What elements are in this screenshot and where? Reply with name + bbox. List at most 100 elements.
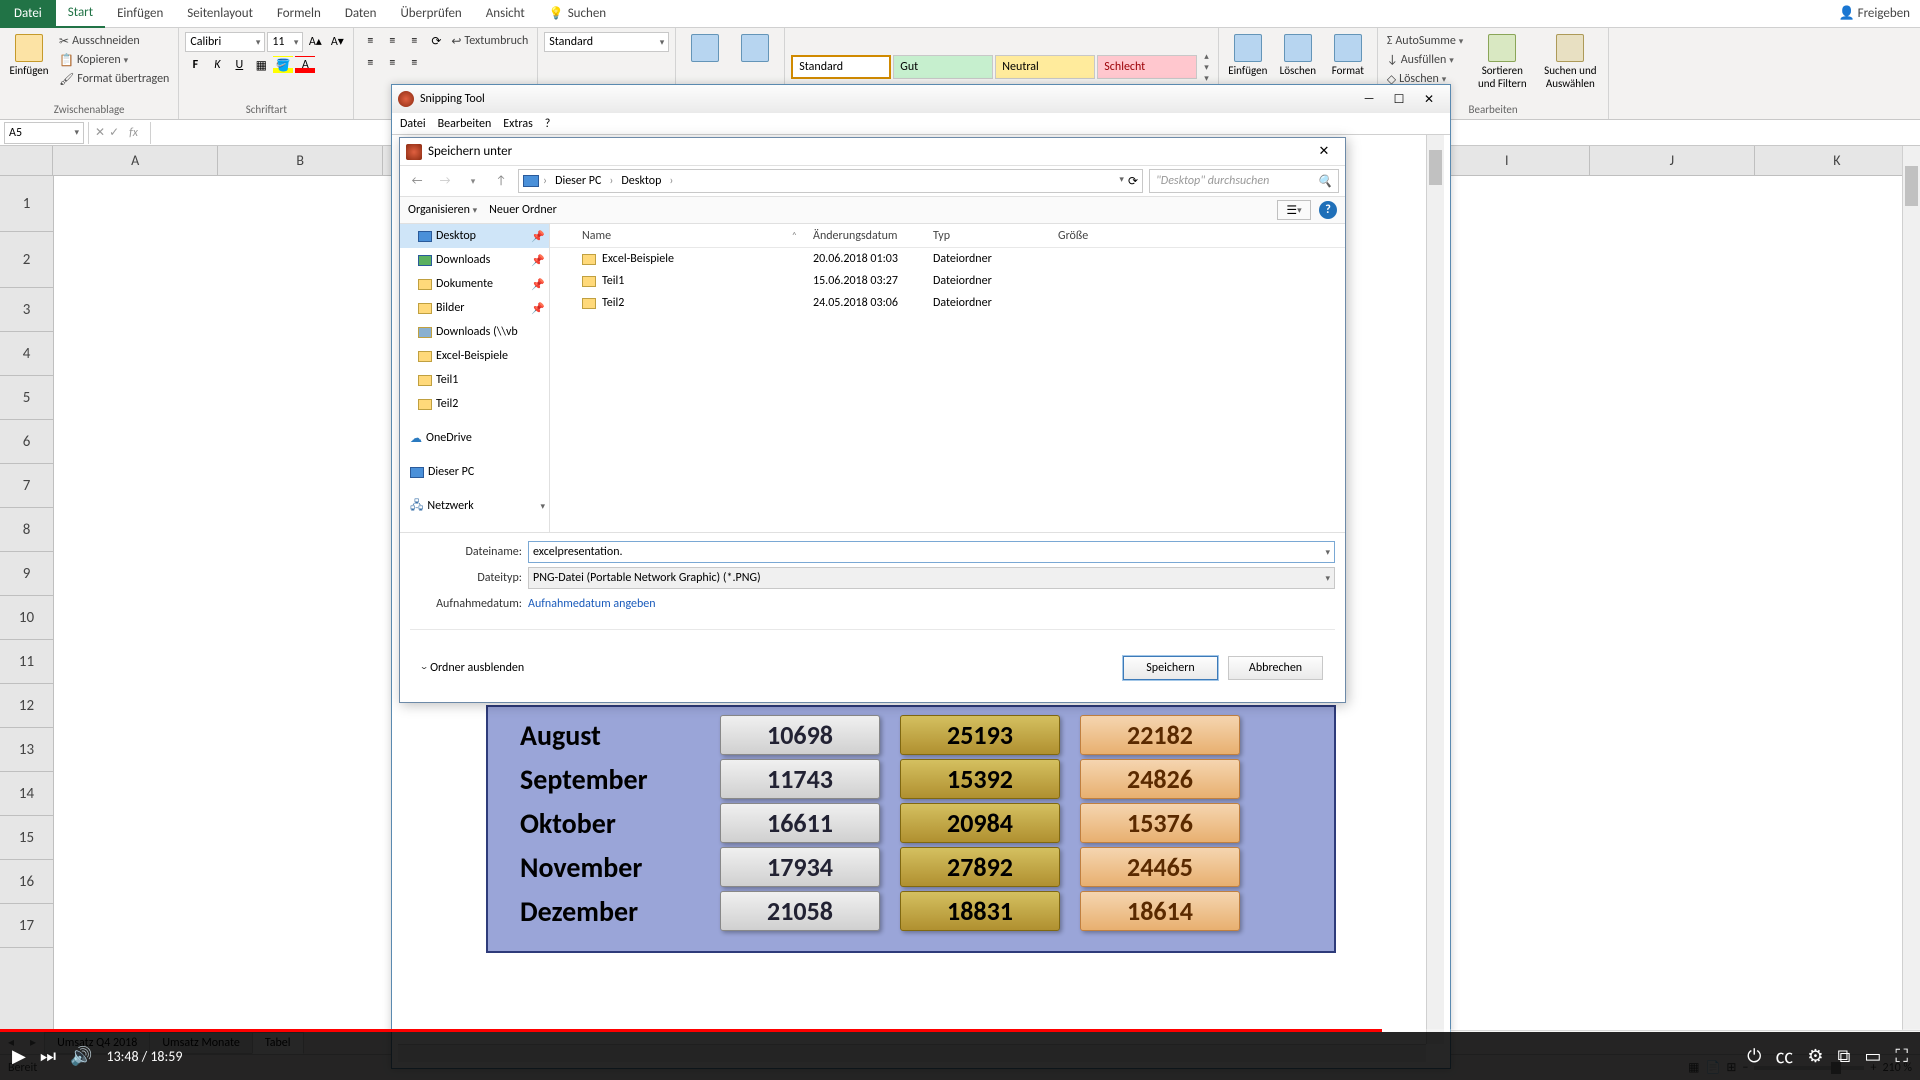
col-header-J[interactable]: J <box>1590 146 1755 175</box>
theater-icon[interactable]: ▭ <box>1864 1045 1881 1067</box>
row-header[interactable]: 1 <box>0 176 53 232</box>
font-name-combo[interactable]: Calibri▾ <box>185 32 265 52</box>
list-item[interactable]: Excel-Beispiele 20.06.2018 01:03 Dateior… <box>550 248 1345 270</box>
miniplayer-icon[interactable]: ⧉ <box>1838 1045 1851 1067</box>
share-button[interactable]: 👤 Freigeben <box>1838 6 1910 21</box>
list-item[interactable]: Teil1 15.06.2018 03:27 Dateiordner <box>550 270 1345 292</box>
name-box[interactable]: A5▾ <box>4 122 84 144</box>
font-size-combo[interactable]: 11▾ <box>267 32 303 52</box>
conditional-formatting-button[interactable] <box>682 32 728 64</box>
tab-start[interactable]: Start <box>56 0 105 28</box>
view-options-button[interactable]: ☰ ▾ <box>1277 200 1311 220</box>
breadcrumb[interactable]: › Dieser PC › Desktop › ▾ ⟳ <box>518 169 1143 193</box>
tree-bilder[interactable]: Bilder📌 <box>400 296 549 320</box>
row-header[interactable]: 8 <box>0 508 53 552</box>
cell-style-neutral[interactable]: Neutral <box>995 55 1095 79</box>
cell-style-schlecht[interactable]: Schlecht <box>1097 55 1197 79</box>
tab-ansicht[interactable]: Ansicht <box>474 0 537 28</box>
tree-teil1[interactable]: Teil1 <box>400 368 549 392</box>
captions-icon[interactable]: ㏄ <box>1775 1043 1793 1069</box>
snip-close-button[interactable]: ✕ <box>1414 89 1444 109</box>
cancel-button[interactable]: Abbrechen <box>1228 656 1323 680</box>
number-format-combo[interactable]: Standard▾ <box>544 32 669 52</box>
format-as-table-button[interactable] <box>732 32 778 64</box>
snip-maximize-button[interactable]: ☐ <box>1384 89 1414 109</box>
hide-folders-button[interactable]: ›Ordner ausblenden <box>422 661 524 675</box>
font-color-button[interactable]: A <box>295 56 315 74</box>
enter-formula-icon[interactable]: ✓ <box>109 125 119 140</box>
fill-button[interactable]: ↓Ausfüllen▾ <box>1384 51 1467 69</box>
row-header[interactable]: 16 <box>0 860 53 904</box>
vertical-scrollbar[interactable] <box>1902 146 1920 1030</box>
italic-button[interactable]: K <box>207 56 227 74</box>
wrap-text-button[interactable]: ↩Textumbruch <box>448 32 531 50</box>
align-middle-button[interactable]: ≡ <box>382 32 402 50</box>
snip-minimize-button[interactable]: — <box>1354 89 1384 109</box>
tree-downloads-nb[interactable]: Downloads (\\vb <box>400 320 549 344</box>
align-top-button[interactable]: ≡ <box>360 32 380 50</box>
dateiname-input[interactable]: excelpresentation.▾ <box>528 541 1335 563</box>
refresh-icon[interactable]: ⟳ <box>1128 174 1138 189</box>
list-item[interactable]: Teil2 24.05.2018 03:06 Dateiordner <box>550 292 1345 314</box>
next-icon[interactable]: ⏭ <box>40 1045 56 1067</box>
nav-recent-button[interactable]: ▾ <box>462 170 484 192</box>
autoplay-toggle[interactable]: ⏻ <box>1747 1045 1761 1067</box>
align-center-button[interactable]: ≡ <box>382 54 402 72</box>
save-dialog-close-button[interactable]: ✕ <box>1309 142 1339 162</box>
row-header[interactable]: 14 <box>0 772 53 816</box>
format-cells-button[interactable]: Format <box>1325 32 1371 79</box>
autosum-button[interactable]: ΣAutoSumme▾ <box>1384 32 1467 50</box>
orientation-button[interactable]: ⟳ <box>426 32 446 50</box>
fullscreen-icon[interactable]: ⛶ <box>1895 1045 1908 1067</box>
border-button[interactable]: ▦ <box>251 56 271 74</box>
help-button[interactable]: ? <box>1319 201 1337 219</box>
col-header-K[interactable]: K <box>1755 146 1920 175</box>
snip-vertical-scrollbar[interactable] <box>1426 135 1444 1044</box>
snip-titlebar[interactable]: Snipping Tool — ☐ ✕ <box>392 85 1450 113</box>
tree-onedrive[interactable]: ☁OneDrive <box>400 426 549 450</box>
snip-menu-datei[interactable]: Datei <box>400 117 426 131</box>
cell-style-gut[interactable]: Gut <box>893 55 993 79</box>
dateityp-combo[interactable]: PNG-Datei (Portable Network Graphic) (*.… <box>528 567 1335 589</box>
tree-dieser-pc[interactable]: Dieser PC <box>400 460 549 484</box>
row-header[interactable]: 12 <box>0 684 53 728</box>
snip-menu-help[interactable]: ? <box>545 117 551 131</box>
tree-dokumente[interactable]: Dokumente📌 <box>400 272 549 296</box>
aufnahmedatum-link[interactable]: Aufnahmedatum angeben <box>528 597 656 611</box>
fx-icon[interactable]: fx <box>123 126 144 140</box>
nav-back-button[interactable]: ← <box>406 170 428 192</box>
paste-button[interactable]: Einfügen <box>6 32 52 79</box>
delete-cells-button[interactable]: Löschen <box>1275 32 1321 79</box>
tree-downloads[interactable]: Downloads📌 <box>400 248 549 272</box>
new-folder-button[interactable]: Neuer Ordner <box>489 203 557 217</box>
tree-netzwerk[interactable]: 🖧Netzwerk▾ <box>400 494 549 518</box>
insert-cells-button[interactable]: Einfügen <box>1225 32 1271 79</box>
tab-einfuegen[interactable]: Einfügen <box>105 0 175 28</box>
settings-icon[interactable]: ⚙ <box>1807 1045 1823 1067</box>
tab-formeln[interactable]: Formeln <box>265 0 333 28</box>
cancel-formula-icon[interactable]: ✕ <box>95 125 105 140</box>
cut-button[interactable]: ✂Ausschneiden <box>56 32 172 50</box>
col-header-A[interactable]: A <box>53 146 218 175</box>
row-header[interactable]: 15 <box>0 816 53 860</box>
styles-more-button[interactable]: ▾ <box>1204 73 1209 84</box>
cell-style-standard[interactable]: Standard <box>791 55 891 79</box>
col-header-B[interactable]: B <box>218 146 383 175</box>
file-list[interactable]: Name˄ Änderungsdatum Typ Größe Excel-Bei… <box>550 224 1345 532</box>
row-header[interactable]: 6 <box>0 420 53 464</box>
tab-file[interactable]: Datei <box>0 0 56 28</box>
tab-ueberpruefen[interactable]: Überprüfen <box>388 0 473 28</box>
row-header[interactable]: 9 <box>0 552 53 596</box>
styles-scroll-up[interactable]: ▴ <box>1204 51 1209 62</box>
row-header[interactable]: 13 <box>0 728 53 772</box>
bold-button[interactable]: F <box>185 56 205 74</box>
row-header[interactable]: 7 <box>0 464 53 508</box>
tree-excel-bsp[interactable]: Excel-Beispiele <box>400 344 549 368</box>
find-select-button[interactable]: Suchen und Auswählen <box>1538 32 1602 92</box>
save-button[interactable]: Speichern <box>1123 656 1218 680</box>
search-input[interactable]: "Desktop" durchsuchen 🔍 <box>1149 169 1339 193</box>
underline-button[interactable]: U <box>229 56 249 74</box>
row-header[interactable]: 4 <box>0 332 53 376</box>
snip-menu-extras[interactable]: Extras <box>503 117 533 131</box>
row-header[interactable]: 2 <box>0 232 53 288</box>
